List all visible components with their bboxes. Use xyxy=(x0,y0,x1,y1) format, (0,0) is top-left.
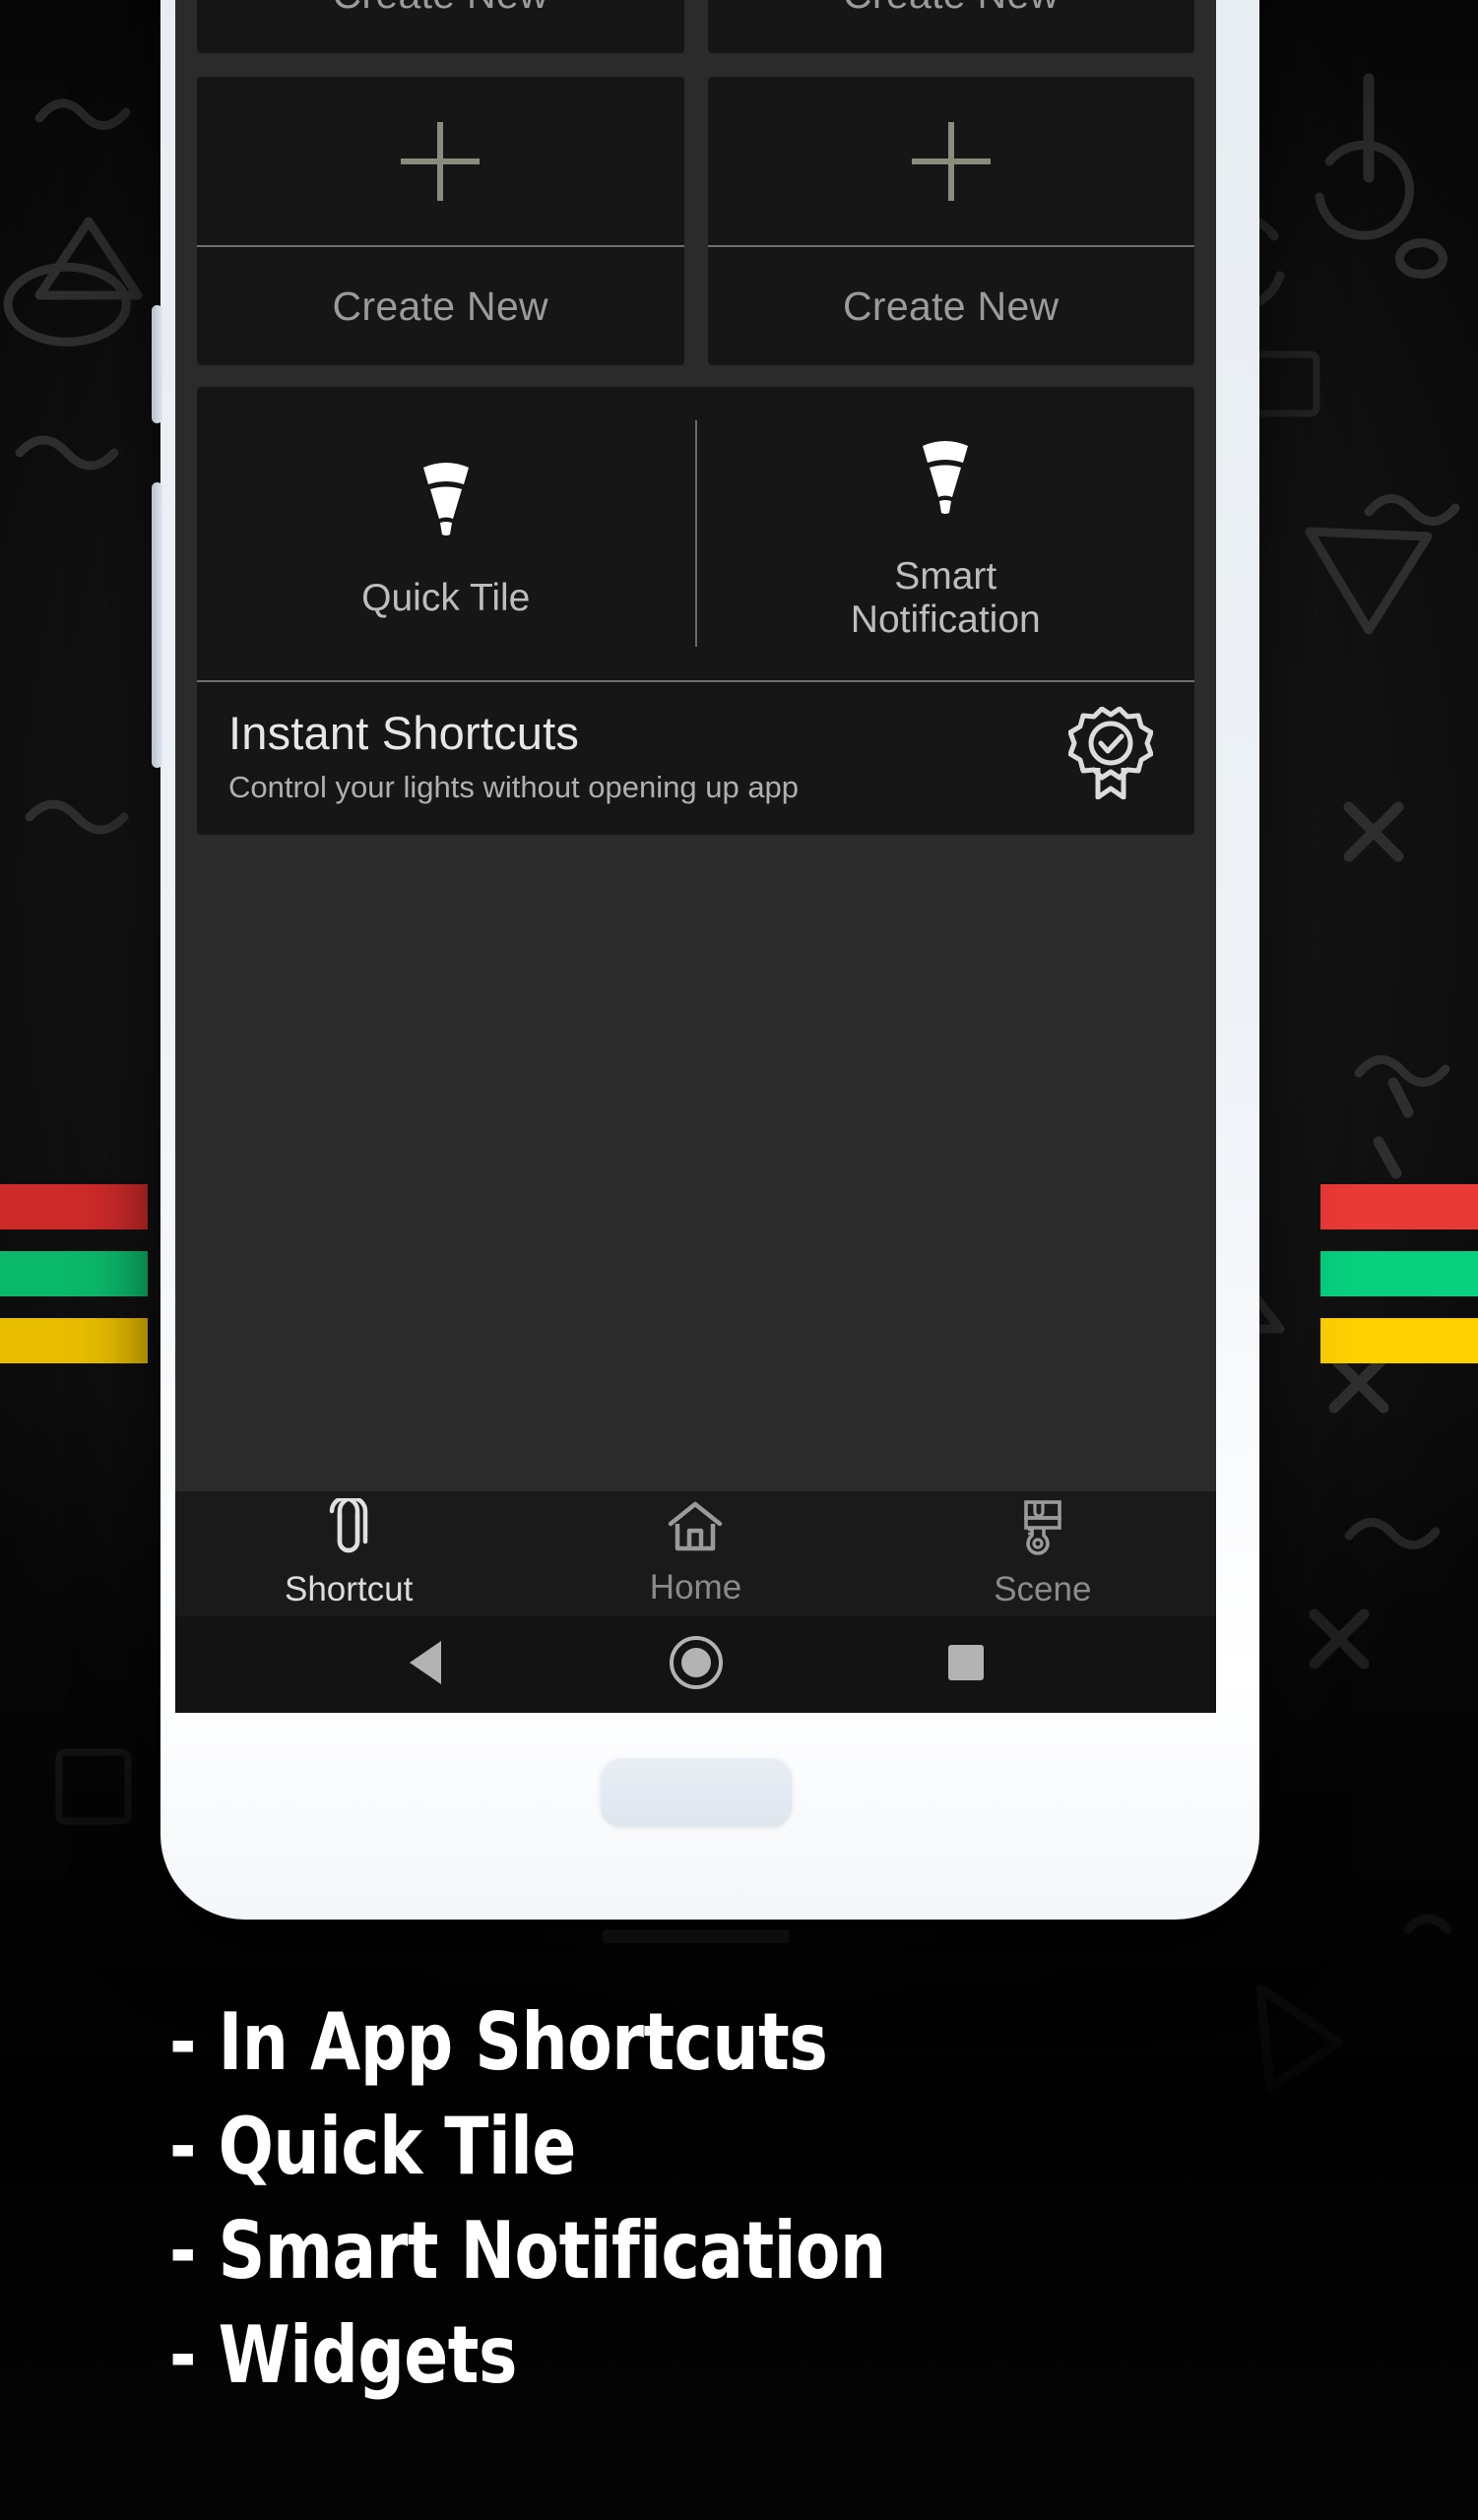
stripe-gap-3 xyxy=(1320,1229,1478,1251)
shortcut-scroll-area[interactable]: Create New Create New Quick Tile Smart N… xyxy=(175,0,1216,1490)
instant-shortcuts-title: Instant Shortcuts xyxy=(228,707,580,759)
caption-line: - Widgets xyxy=(169,2309,517,2401)
android-nav-bar xyxy=(175,1616,1216,1713)
light-bulb-icon xyxy=(915,436,976,522)
phone-bottom-notch xyxy=(602,1929,790,1943)
shortcut-grid-row-top: Create New Create New xyxy=(197,0,1194,53)
smart-notification-option[interactable]: Smart Notification xyxy=(697,387,1195,680)
instant-shortcuts-card[interactable]: Quick Tile Smart Notification Instant Sh… xyxy=(197,387,1194,835)
instant-shortcuts-subtitle: Control your lights without opening up a… xyxy=(228,770,800,804)
instant-card-text-block: Instant Shortcuts Control your lights wi… xyxy=(228,706,799,805)
home-icon xyxy=(667,1500,724,1558)
plus-icon xyxy=(707,77,1194,247)
caption-line: - Smart Notification xyxy=(169,2205,886,2297)
smart-notification-label: Smart Notification xyxy=(851,555,1041,641)
bottom-tab-bar: Shortcut Home Scene xyxy=(175,1490,1216,1616)
paperclip-icon xyxy=(325,1495,372,1560)
create-new-label: Create New xyxy=(332,283,548,329)
create-new-label: Create New xyxy=(708,0,1195,53)
create-new-tile[interactable]: Create New xyxy=(197,77,684,365)
phone-screen: Create New Create New Quick Tile Smart N… xyxy=(175,0,1216,1713)
left-yellow-stripe xyxy=(0,1318,148,1363)
quick-tile-label: Quick Tile xyxy=(361,576,531,619)
stripe-gap-1 xyxy=(0,1229,148,1251)
create-new-tile[interactable]: Create New xyxy=(707,0,1195,53)
tab-scene-label: Scene xyxy=(994,1570,1092,1608)
shortcut-grid-row-bottom: Create New Create New xyxy=(197,77,1194,365)
tab-shortcut-label: Shortcut xyxy=(284,1570,414,1608)
app-window: Create New Create New Quick Tile Smart N… xyxy=(175,0,1216,1713)
screenshot-root: Create New Create New Quick Tile Smart N… xyxy=(0,0,1478,2520)
phone-power-button[interactable] xyxy=(152,482,162,768)
caption-line: - In App Shortcuts xyxy=(169,1996,828,2088)
smart-notification-label-line1: Smart xyxy=(894,554,997,598)
right-color-stripes xyxy=(1320,1184,1478,1363)
right-green-stripe xyxy=(1320,1251,1478,1296)
create-new-tile[interactable]: Create New xyxy=(197,0,684,53)
tab-home[interactable]: Home xyxy=(522,1500,868,1607)
instant-card-top: Quick Tile Smart Notification xyxy=(197,387,1194,680)
left-green-stripe xyxy=(0,1251,148,1296)
left-color-stripes xyxy=(0,1184,148,1363)
tab-scene[interactable]: Scene xyxy=(869,1498,1216,1609)
stripe-gap-2 xyxy=(0,1296,148,1318)
stripe-gap-4 xyxy=(1320,1296,1478,1318)
instant-card-banner[interactable]: Instant Shortcuts Control your lights wi… xyxy=(197,680,1194,835)
paint-brush-icon xyxy=(1015,1498,1070,1560)
tab-home-label: Home xyxy=(649,1568,742,1606)
create-new-label: Create New xyxy=(843,283,1060,329)
left-red-stripe xyxy=(0,1184,148,1229)
tab-shortcut[interactable]: Shortcut xyxy=(175,1495,522,1609)
right-red-stripe xyxy=(1320,1184,1478,1229)
phone-volume-button[interactable] xyxy=(152,305,162,423)
light-bulb-icon xyxy=(416,458,477,543)
right-yellow-stripe xyxy=(1320,1318,1478,1363)
quick-tile-option[interactable]: Quick Tile xyxy=(197,387,695,680)
create-new-tile[interactable]: Create New xyxy=(707,77,1194,365)
feature-caption-list: - In App Shortcuts - Quick Tile - Smart … xyxy=(0,2003,1478,2421)
plus-icon xyxy=(197,77,684,247)
create-new-label: Create New xyxy=(197,0,684,53)
smart-notification-label-line2: Notification xyxy=(850,598,1041,641)
circle-home-icon[interactable] xyxy=(669,1635,724,1695)
verified-badge-icon xyxy=(1067,706,1154,804)
caption-line: - Quick Tile xyxy=(169,2101,576,2192)
phone-chin xyxy=(175,1713,1216,1943)
square-recents-icon[interactable] xyxy=(944,1641,988,1689)
triangle-back-icon[interactable] xyxy=(404,1638,449,1692)
phone-home-button[interactable] xyxy=(599,1756,793,1827)
